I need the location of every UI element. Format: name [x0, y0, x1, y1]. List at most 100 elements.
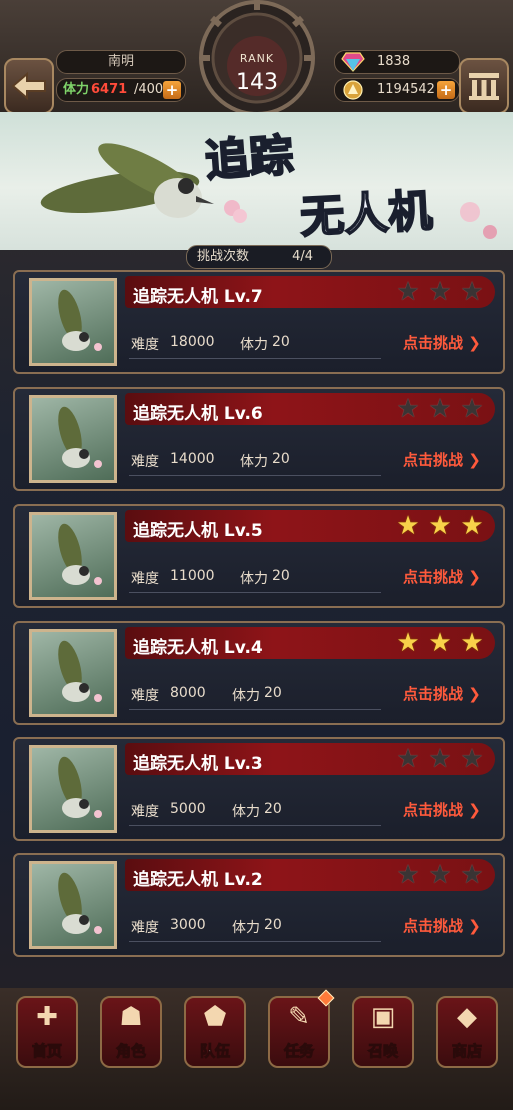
stage-stars: ★ ★ ★ [395, 396, 485, 422]
stage-thumbnail [29, 512, 117, 600]
stamina-cost-label: 体力 [232, 688, 260, 704]
difficulty-value: 8000 [170, 685, 206, 701]
add-stamina-button[interactable]: + [163, 81, 181, 99]
player-name: 南明 [56, 50, 186, 74]
nav-item[interactable]: ⬟ 队伍 [184, 996, 246, 1068]
stamina-cost-label: 体力 [240, 571, 268, 587]
stage-title: 追踪无人机 Lv.3 [133, 754, 263, 774]
star-icon: ★ [460, 394, 484, 424]
nav-item[interactable]: ☗ 角色 [100, 996, 162, 1068]
divider [129, 709, 381, 710]
stage-card[interactable]: 追踪无人机 Lv.5 ★ ★ ★ 难度 11000 体力 20 点击挑战 ❯ [13, 504, 505, 608]
stage-title: 追踪无人机 Lv.2 [133, 870, 263, 890]
back-arrow-icon [11, 71, 46, 101]
challenge-button[interactable]: 点击挑战 ❯ [403, 683, 481, 704]
nav-label: 角色 [115, 1042, 146, 1061]
rank-value: 143 [236, 70, 278, 95]
bird-thumbnail-icon [58, 523, 102, 585]
stage-card[interactable]: 追踪无人机 Lv.2 ★ ★ ★ 难度 3000 体力 20 点击挑战 ❯ [13, 853, 505, 957]
quest-icon: ✎ [288, 1002, 310, 1032]
stamina-max: /400 [134, 82, 164, 97]
difficulty-value: 5000 [170, 801, 206, 817]
nav-item[interactable]: ◆ 商店 [436, 996, 498, 1068]
stamina-label: 体力 [63, 82, 90, 97]
bottom-nav: ✚ 首页 ☗ 角色 ⬟ 队伍 ✎ 任务 ▣ 召唤 ◆ 商店 [0, 988, 513, 1110]
gold-count: 1194542 [377, 82, 435, 97]
star-icon: ★ [460, 860, 484, 890]
rank-dial: RANK 143 [192, 0, 322, 116]
stage-title: 追踪无人机 Lv.5 [133, 521, 263, 541]
nav-item[interactable]: ✎ 任务 [268, 989, 335, 1068]
stage-stars: ★ ★ ★ [395, 630, 485, 656]
stamina-current: 6471 [91, 82, 128, 97]
menu-button[interactable] [459, 58, 509, 114]
divider [129, 825, 381, 826]
bird-thumbnail-icon [58, 640, 102, 702]
attempts-label: 挑战次数 [197, 249, 250, 264]
team-icon: ⬟ [203, 1002, 227, 1032]
difficulty-label: 难度 [131, 804, 159, 820]
star-icon: ★ [428, 744, 452, 774]
divider [129, 358, 381, 359]
difficulty-label: 难度 [131, 920, 159, 936]
challenge-button[interactable]: 点击挑战 ❯ [403, 799, 481, 820]
back-button[interactable] [4, 58, 54, 114]
stamina-cost-label: 体力 [240, 454, 268, 470]
stage-card[interactable]: 追踪无人机 Lv.3 ★ ★ ★ 难度 5000 体力 20 点击挑战 ❯ [13, 737, 505, 841]
character-icon: ☗ [119, 1002, 143, 1032]
stamina-cost-label: 体力 [232, 920, 260, 936]
bird-thumbnail-icon [58, 289, 102, 351]
attempts-counter: 挑战次数 4/4 [186, 245, 332, 269]
stage-title: 追踪无人机 Lv.4 [133, 638, 263, 658]
challenge-button[interactable]: 点击挑战 ❯ [403, 332, 481, 353]
gem-count: 1838 [377, 54, 411, 69]
star-icon: ★ [396, 511, 420, 541]
challenge-button[interactable]: 点击挑战 ❯ [403, 449, 481, 470]
stage-card[interactable]: 追踪无人机 Lv.7 ★ ★ ★ 难度 18000 体力 20 点击挑战 ❯ [13, 270, 505, 374]
stage-stars: ★ ★ ★ [395, 279, 485, 305]
top-bar: 南明 体力 6471 /400 + RANK 143 1838 1194542 … [0, 0, 513, 118]
star-icon: ★ [460, 277, 484, 307]
star-icon: ★ [428, 860, 452, 890]
summon-icon: ▣ [370, 1002, 396, 1032]
nav-item[interactable]: ▣ 召唤 [352, 996, 414, 1068]
star-icon: ★ [460, 511, 484, 541]
stamina-cost-label: 体力 [232, 804, 260, 820]
star-icon: ★ [428, 394, 452, 424]
divider [129, 941, 381, 942]
nav-label: 召唤 [367, 1042, 398, 1061]
stage-card[interactable]: 追踪无人机 Lv.4 ★ ★ ★ 难度 8000 体力 20 点击挑战 ❯ [13, 621, 505, 725]
bird-thumbnail-icon [58, 756, 102, 818]
difficulty-value: 3000 [170, 917, 206, 933]
stage-card[interactable]: 追踪无人机 Lv.6 ★ ★ ★ 难度 14000 体力 20 点击挑战 ❯ [13, 387, 505, 491]
difficulty-label: 难度 [131, 688, 159, 704]
stage-stars: ★ ★ ★ [395, 746, 485, 772]
bird-thumbnail-icon [58, 872, 102, 934]
challenge-button[interactable]: 点击挑战 ❯ [403, 566, 481, 587]
nav-label: 任务 [283, 1042, 314, 1061]
stage-thumbnail [29, 395, 117, 483]
stage-thumbnail [29, 629, 117, 717]
stage-thumbnail [29, 861, 117, 949]
difficulty-label: 难度 [131, 337, 159, 353]
shop-icon: ◆ [457, 1002, 477, 1032]
star-icon: ★ [396, 744, 420, 774]
stamina-cost-label: 体力 [240, 337, 268, 353]
home-icon: ✚ [36, 1002, 58, 1032]
star-icon: ★ [396, 394, 420, 424]
star-icon: ★ [396, 628, 420, 658]
stamina-cost-value: 20 [264, 917, 282, 933]
banner-title-line2: 无人机 [298, 185, 434, 245]
star-icon: ★ [396, 860, 420, 890]
star-icon: ★ [396, 277, 420, 307]
difficulty-value: 18000 [170, 334, 215, 350]
stage-stars: ★ ★ ★ [395, 862, 485, 888]
nav-item[interactable]: ✚ 首页 [16, 996, 78, 1068]
challenge-button[interactable]: 点击挑战 ❯ [403, 915, 481, 936]
bird-thumbnail-icon [58, 406, 102, 468]
add-gold-button[interactable]: + [437, 81, 455, 99]
gem-display: 1838 [334, 50, 460, 74]
attempts-value: 4/4 [292, 249, 313, 264]
event-banner: 追踪 无人机 [0, 112, 513, 250]
stamina-cost-value: 20 [272, 334, 290, 350]
